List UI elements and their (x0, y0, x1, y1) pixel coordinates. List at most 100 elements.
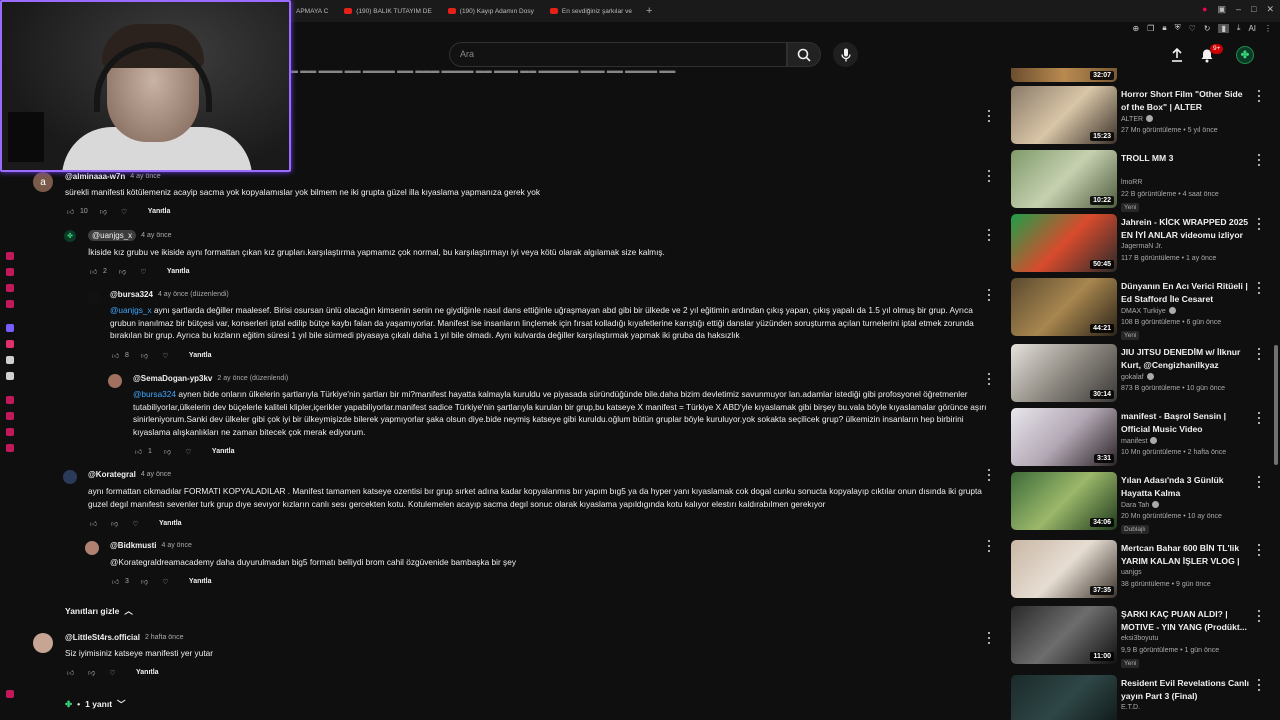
related-video-item[interactable]: 34:06 Yılan Adası'nda 3 Günlük Hayatta Ka… (1011, 472, 1273, 534)
video-title[interactable]: TROLL MM 3 (1121, 152, 1249, 165)
like-icon[interactable]: 👍︎ (110, 350, 121, 361)
heart-icon[interactable]: ♡ (160, 350, 171, 361)
comment-author[interactable]: @alminaaa-w7n (65, 172, 125, 181)
minimize-icon[interactable]: – (1236, 4, 1241, 15)
heart-icon[interactable]: ♡ (160, 576, 171, 587)
video-title[interactable]: JIU JITSU DENEDİM w/ İlknur Kurt, @Cengi… (1121, 346, 1249, 371)
comment-menu-button[interactable] (985, 289, 993, 301)
dislike-icon[interactable]: 👎︎ (117, 266, 128, 277)
video-thumbnail[interactable]: 50:45 (1011, 214, 1117, 272)
instagram-icon[interactable] (6, 340, 14, 348)
video-thumbnail[interactable] (1011, 675, 1117, 720)
heart-icon[interactable]: ♡ (119, 206, 130, 217)
comment-menu-button[interactable] (985, 373, 993, 385)
dislike-icon[interactable]: 👎︎ (139, 350, 150, 361)
ai-extension-icon[interactable]: AI (1248, 24, 1256, 33)
video-thumbnail[interactable]: 3:31 (1011, 408, 1117, 466)
video-thumbnail[interactable]: 34:06 (1011, 472, 1117, 530)
like-icon[interactable]: 👍︎ (88, 518, 99, 529)
video-thumbnail[interactable]: 10:22 (1011, 150, 1117, 208)
channel-name[interactable]: JagermaN Jr. (1121, 243, 1163, 250)
video-thumbnail[interactable]: 11:00 (1011, 606, 1117, 664)
voice-search-button[interactable] (833, 42, 858, 67)
reply-button[interactable]: Yanıtla (148, 208, 171, 215)
comment-author[interactable]: @uanjgs_x (88, 230, 137, 241)
commenter-avatar[interactable] (63, 470, 77, 484)
reply-button[interactable]: Yanıtla (189, 352, 212, 359)
channel-name[interactable]: manifest (1121, 437, 1158, 445)
heart-icon[interactable]: ♡ (130, 518, 141, 529)
video-menu-button[interactable] (1256, 348, 1262, 360)
comment-menu-button[interactable] (985, 469, 993, 481)
browser-tab[interactable]: (190) BALIK TUTAYIM DE (336, 0, 440, 22)
comment-time[interactable]: 4 ay önce (141, 471, 171, 478)
extensions-icon[interactable]: ▣ (1217, 4, 1226, 15)
channel-name[interactable]: uanjgs (1121, 569, 1142, 576)
video-thumbnail[interactable]: 32:07 (1011, 68, 1117, 82)
video-title[interactable]: Yılan Adası'nda 3 Günlük Hayatta Kalma (1121, 474, 1249, 499)
scrollbar[interactable] (1274, 345, 1278, 465)
comment-author[interactable]: @SemaDogan-yp3kv (133, 374, 212, 383)
channel-name[interactable]: lmoRR (1121, 179, 1142, 186)
maximize-icon[interactable]: □ (1251, 4, 1256, 15)
related-video-item[interactable]: 37:35 Mertcan Bahar 600 BİN TL'lik YARIM … (1011, 540, 1273, 600)
comment-menu-button[interactable] (985, 110, 993, 122)
menu-icon[interactable]: ⋮ (1264, 24, 1272, 33)
comment-time[interactable]: 4 ay önce (161, 542, 191, 549)
search-button[interactable] (787, 42, 821, 67)
account-avatar[interactable]: ✤ (1235, 45, 1255, 65)
related-video-item[interactable]: 3:31 manifest - Başrol Sensin | Official … (1011, 408, 1273, 468)
video-title[interactable]: ŞARKI KAÇ PUAN ALDI? | MOTIVE - YIN YANG… (1121, 608, 1249, 633)
copy-icon[interactable]: ❐ (1147, 24, 1154, 33)
hide-replies-button[interactable]: Yanıtları gizle ︿ (65, 605, 133, 617)
video-thumbnail[interactable]: 30:14 (1011, 344, 1117, 402)
dislike-icon[interactable]: 👎︎ (109, 518, 120, 529)
upload-button[interactable] (1167, 45, 1187, 65)
heart-icon[interactable]: ♡ (107, 667, 118, 678)
new-tab-button[interactable]: + (640, 5, 658, 17)
comment-menu-button[interactable] (985, 540, 993, 552)
video-thumbnail[interactable]: 44:21 (1011, 278, 1117, 336)
social-icon[interactable] (6, 284, 14, 292)
account-icon[interactable]: ▮ (1218, 23, 1229, 33)
comment-time[interactable]: 4 ay önce (141, 232, 171, 239)
channel-name[interactable]: Dara Tah (1121, 501, 1160, 509)
download-icon[interactable]: ⤓ (1237, 23, 1241, 33)
twitch-icon[interactable] (6, 324, 14, 332)
related-video-item[interactable]: 50:45 Jahrein - KİCK WRAPPED 2025 EN İYİ … (1011, 214, 1273, 274)
video-title[interactable]: Mertcan Bahar 600 BİN TL'lik YARIM KALAN… (1121, 542, 1249, 567)
dislike-icon[interactable]: 👎︎ (98, 206, 109, 217)
social-icon[interactable] (6, 412, 14, 420)
heart-icon[interactable]: ♡ (183, 446, 194, 457)
video-menu-button[interactable] (1256, 476, 1262, 488)
commenter-avatar[interactable] (86, 290, 100, 304)
social-icon[interactable] (6, 252, 14, 260)
related-video-item[interactable]: Resident Evil Revelations Canlı yayın Pa… (1011, 675, 1273, 720)
reply-button[interactable]: Yanıtla (189, 578, 212, 585)
comment-menu-button[interactable] (985, 632, 993, 644)
video-title[interactable]: Horror Short Film "Other Side of the Box… (1121, 88, 1249, 113)
reply-button[interactable]: Yanıtla (212, 448, 235, 455)
close-icon[interactable]: ✕ (1266, 4, 1274, 15)
browser-tab[interactable]: En sevdiğiniz şarkılar ve (542, 0, 640, 22)
heart-icon[interactable]: ♡ (138, 266, 149, 277)
like-icon[interactable]: 👍︎ (65, 206, 76, 217)
channel-name[interactable]: E.T.D. (1121, 704, 1140, 711)
video-menu-button[interactable] (1256, 154, 1262, 166)
related-video-item[interactable]: 15:23 Horror Short Film "Other Side of th… (1011, 86, 1273, 146)
comment-time[interactable]: 4 ay önce (130, 173, 160, 180)
comment-time[interactable]: 2 hafta önce (145, 634, 184, 641)
related-video-item[interactable]: 11:00 ŞARKI KAÇ PUAN ALDI? | MOTIVE - YIN… (1011, 606, 1273, 668)
browser-tab[interactable]: APMAYA C (288, 0, 336, 22)
social-icon[interactable] (6, 268, 14, 276)
comment-time[interactable]: 4 ay önce (düzenlendi) (158, 291, 229, 298)
x-icon[interactable] (6, 372, 14, 380)
video-thumbnail[interactable]: 37:35 (1011, 540, 1117, 598)
video-title[interactable]: Dünyanın En Acı Verici Ritüeli | Ed Staf… (1121, 280, 1249, 305)
related-video-item[interactable]: 30:14 JIU JITSU DENEDİM w/ İlknur Kurt, @… (1011, 344, 1273, 404)
related-video-item[interactable]: 10:22 TROLL MM 3 lmoRR 22 B görüntüleme • 4… (1011, 150, 1273, 212)
comment-menu-button[interactable] (985, 229, 993, 241)
video-menu-button[interactable] (1256, 218, 1262, 230)
related-video-item[interactable]: 44:21 Dünyanın En Acı Verici Ritüeli | Ed… (1011, 278, 1273, 340)
social-icon[interactable] (6, 444, 14, 452)
